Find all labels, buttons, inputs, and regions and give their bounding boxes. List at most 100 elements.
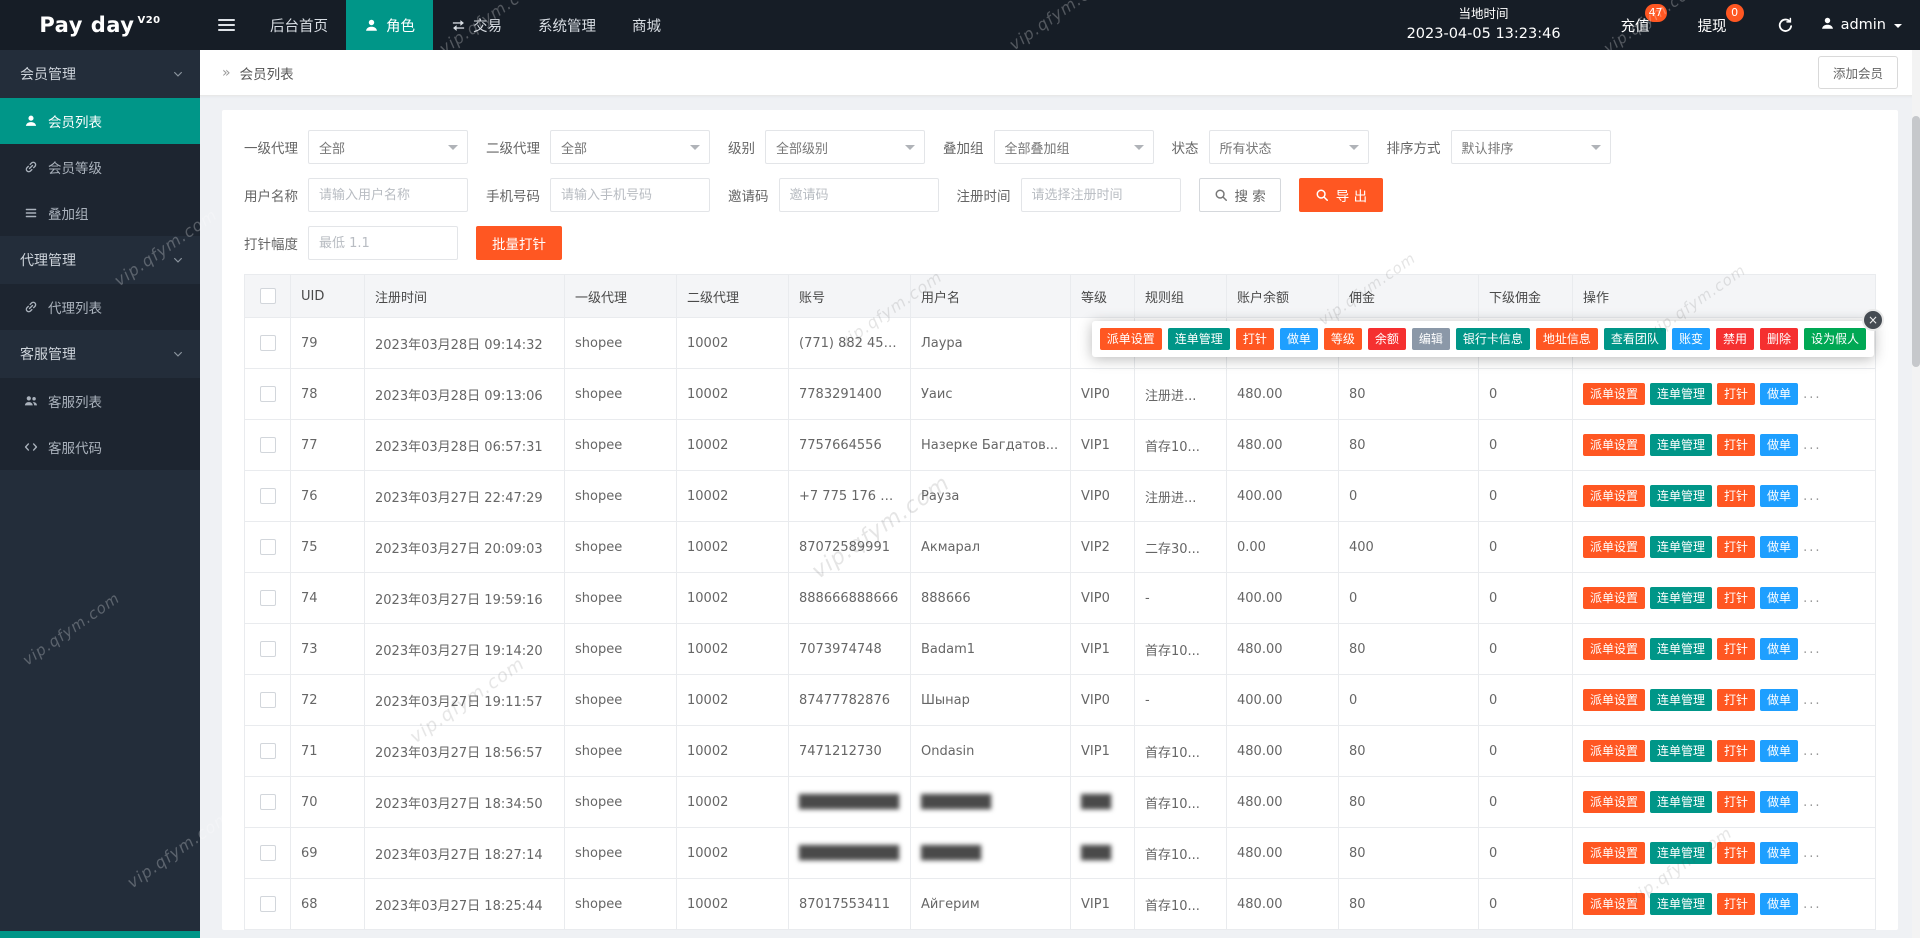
action-button[interactable]: 打针 (1717, 791, 1756, 813)
sidebar-item[interactable]: 客服列表 (0, 378, 200, 424)
action-button[interactable]: 做单 (1760, 740, 1799, 762)
action-button[interactable]: 打针 (1717, 893, 1756, 915)
nav-item-trade[interactable]: 交易 (433, 0, 520, 50)
action-button[interactable]: 打针 (1717, 638, 1756, 660)
action-button[interactable]: 派单设置 (1583, 434, 1646, 456)
row-checkbox[interactable] (259, 539, 276, 555)
action-menu-button[interactable]: 做单 (1279, 328, 1318, 350)
more-actions-button[interactable]: ... (1803, 795, 1821, 810)
more-actions-button[interactable]: ... (1803, 387, 1821, 402)
menu-toggle-icon[interactable] (200, 0, 252, 50)
row-checkbox[interactable] (259, 794, 276, 810)
action-button[interactable]: 派单设置 (1583, 740, 1646, 762)
nav-item-mall[interactable]: 商城 (614, 0, 679, 50)
action-menu-button[interactable]: 设为假人 (1803, 328, 1866, 350)
sidebar-group-2[interactable]: 客服管理 (0, 330, 200, 378)
action-menu-button[interactable]: 余额 (1367, 328, 1406, 350)
action-button[interactable]: 做单 (1760, 434, 1799, 456)
filter-select[interactable]: 全部级别 (765, 130, 925, 164)
row-checkbox[interactable] (259, 488, 276, 504)
action-menu-button[interactable]: 禁用 (1715, 328, 1754, 350)
action-menu-button[interactable]: 派单设置 (1099, 328, 1162, 350)
action-menu-button[interactable]: 地址信息 (1535, 328, 1598, 350)
filter-select[interactable]: 所有状态 (1208, 130, 1369, 164)
sidebar-item[interactable]: 会员列表 (0, 98, 200, 144)
action-button[interactable]: 打针 (1717, 689, 1756, 711)
admin-menu[interactable]: admin (1820, 16, 1902, 35)
filter-input[interactable] (308, 178, 468, 212)
nav-item-roles[interactable]: 角色 (346, 0, 433, 50)
action-button[interactable]: 派单设置 (1583, 587, 1646, 609)
action-menu-button[interactable]: 连单管理 (1167, 328, 1230, 350)
action-button[interactable]: 派单设置 (1583, 689, 1646, 711)
row-checkbox[interactable] (259, 590, 276, 606)
action-menu-button[interactable]: 查看团队 (1603, 328, 1666, 350)
search-button[interactable]: 搜 索 (1198, 178, 1281, 212)
filter-input[interactable] (778, 178, 939, 212)
action-button[interactable]: 连单管理 (1650, 791, 1713, 813)
action-menu-button[interactable]: 打针 (1235, 328, 1274, 350)
action-menu-button[interactable]: 账变 (1671, 328, 1710, 350)
row-checkbox[interactable] (259, 896, 276, 912)
export-button[interactable]: 导 出 (1298, 178, 1384, 212)
sidebar-item[interactable]: 叠加组 (0, 190, 200, 236)
withdraw-link[interactable]: 提现 0 (1698, 3, 1744, 36)
page-scrollbar[interactable] (1912, 50, 1920, 938)
row-checkbox[interactable] (259, 386, 276, 402)
add-member-button[interactable]: 添加会员 (1817, 56, 1898, 89)
action-button[interactable]: 派单设置 (1583, 842, 1646, 864)
action-button[interactable]: 连单管理 (1650, 638, 1713, 660)
sidebar-group-1[interactable]: 代理管理 (0, 236, 200, 284)
more-actions-button[interactable]: ... (1803, 591, 1821, 606)
scrollbar-thumb[interactable] (1912, 116, 1920, 367)
filter-select[interactable]: 全部 (550, 130, 710, 164)
action-button[interactable]: 打针 (1717, 587, 1756, 609)
action-menu-button[interactable]: 编辑 (1411, 328, 1450, 350)
recharge-link[interactable]: 充值 47 (1621, 3, 1667, 36)
action-button[interactable]: 做单 (1760, 638, 1799, 660)
action-button[interactable]: 连单管理 (1650, 587, 1713, 609)
action-button[interactable]: 做单 (1760, 536, 1799, 558)
refresh-icon[interactable] (1777, 17, 1794, 34)
action-menu-button[interactable]: 删除 (1759, 328, 1798, 350)
filter-input[interactable] (550, 178, 710, 212)
action-button[interactable]: 打针 (1717, 536, 1756, 558)
action-button[interactable]: 连单管理 (1650, 536, 1713, 558)
action-button[interactable]: 打针 (1717, 740, 1756, 762)
action-button[interactable]: 连单管理 (1650, 383, 1713, 405)
row-checkbox[interactable] (259, 692, 276, 708)
filter-select[interactable]: 全部叠加组 (993, 130, 1154, 164)
action-button[interactable]: 连单管理 (1650, 842, 1713, 864)
more-actions-button[interactable]: ... (1803, 438, 1821, 453)
action-button[interactable]: 派单设置 (1583, 791, 1646, 813)
action-button[interactable]: 连单管理 (1650, 434, 1713, 456)
filter-select[interactable]: 默认排序 (1450, 130, 1611, 164)
filter-input[interactable] (1020, 178, 1181, 212)
row-checkbox[interactable] (259, 743, 276, 759)
inject-input[interactable] (308, 226, 458, 260)
sidebar-group-0[interactable]: 会员管理 (0, 50, 200, 98)
more-actions-button[interactable]: ... (1803, 693, 1821, 708)
action-button[interactable]: 连单管理 (1650, 740, 1713, 762)
action-button[interactable]: 做单 (1760, 383, 1799, 405)
sidebar-item[interactable]: 会员等级 (0, 144, 200, 190)
action-button[interactable]: 打针 (1717, 485, 1756, 507)
action-button[interactable]: 做单 (1760, 485, 1799, 507)
more-actions-button[interactable]: ... (1803, 897, 1821, 912)
action-button[interactable]: 打针 (1717, 842, 1756, 864)
nav-item-system[interactable]: 系统管理 (520, 0, 614, 50)
action-button[interactable]: 派单设置 (1583, 383, 1646, 405)
action-menu-button[interactable]: 银行卡信息 (1455, 328, 1530, 350)
action-button[interactable]: 连单管理 (1650, 485, 1713, 507)
action-button[interactable]: 派单设置 (1583, 536, 1646, 558)
nav-item-home[interactable]: 后台首页 (252, 0, 346, 50)
batch-inject-button[interactable]: 批量打针 (476, 226, 562, 260)
more-actions-button[interactable]: ... (1803, 744, 1821, 759)
sidebar-item[interactable]: 代理列表 (0, 284, 200, 330)
sidebar-item[interactable]: 客服代码 (0, 424, 200, 470)
close-icon[interactable]: × (1862, 309, 1884, 331)
more-actions-button[interactable]: ... (1803, 642, 1821, 657)
filter-select[interactable]: 全部 (308, 130, 468, 164)
action-button[interactable]: 做单 (1760, 893, 1799, 915)
action-button[interactable]: 连单管理 (1650, 689, 1713, 711)
